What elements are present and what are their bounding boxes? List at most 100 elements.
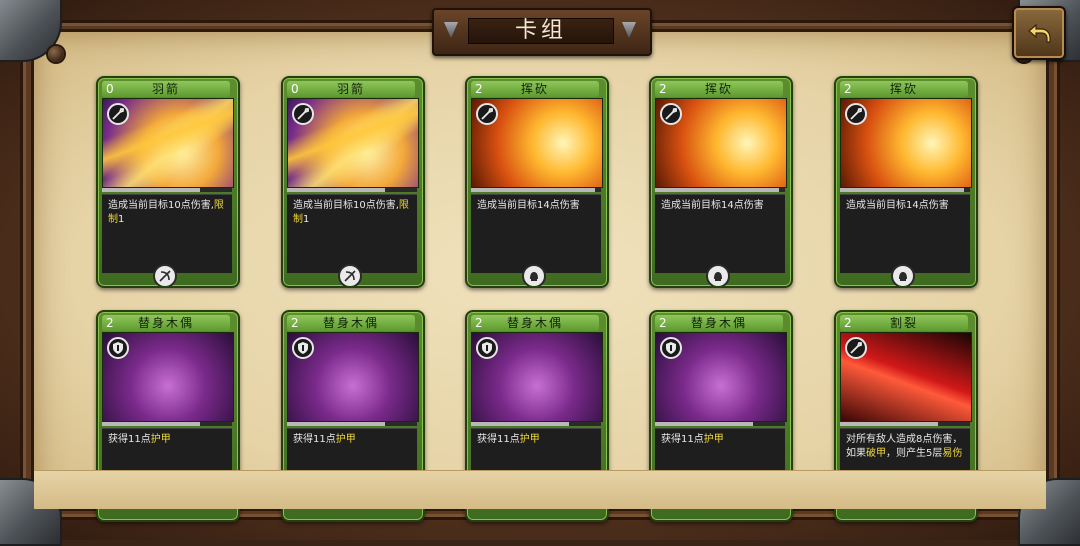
card-4[interactable]: 2 挥砍 造成当前目标14点伤害 [649,76,793,288]
card-art [287,98,419,188]
card-art [471,332,603,422]
card-upgrade-fill [471,188,595,192]
card-art [102,98,234,188]
card-header: 2 替身木偶 [655,315,783,331]
card-desc-keyword: 护甲 [150,434,171,445]
card-description: 获得11点护甲 [477,433,597,447]
card-upgrade-bar [655,188,785,192]
card-desc-box: 造成当前目标14点伤害 [655,194,785,273]
sword-icon [107,103,129,125]
title-plate: 卡组 [432,8,652,56]
back-button[interactable] [1012,6,1066,60]
card-desc-text: 造成当前目标14点伤害 [477,200,580,211]
card-name: 替身木偶 [137,316,194,330]
card-3[interactable]: 2 挥砍 造成当前目标14点伤害 [465,76,609,288]
card-description: 造成当前目标14点伤害 [846,199,966,213]
card-art [102,332,234,422]
card-desc-text: 造成当前目标10点伤害, [293,200,399,211]
shield-icon [660,337,682,359]
card-description: 获得11点护甲 [293,433,413,447]
shield-icon [107,337,129,359]
card-header: 2 替身木偶 [287,315,415,331]
card-upgrade-bar [840,422,970,426]
card-name: 挥砍 [520,82,549,96]
card-description: 获得11点护甲 [108,433,228,447]
card-upgrade-fill [102,422,200,426]
card-desc-keyword: 护甲 [335,434,356,445]
card-desc-keyword: 破甲 [866,448,886,459]
card-upgrade-bar [655,422,785,426]
card-art [655,332,787,422]
card-desc-text: 造成当前目标14点伤害 [661,200,764,211]
card-header: 0 羽箭 [287,81,415,97]
card-name: 替身木偶 [690,316,747,330]
card-desc-tail: ，则产生5层 [886,448,943,459]
card-desc-keyword: 护甲 [703,434,724,445]
card-art [655,98,787,188]
rivet [48,46,64,62]
card-description: 造成当前目标10点伤害,限制1 [293,199,413,227]
card-upgrade-bar [287,188,417,192]
sword-icon [660,103,682,125]
card-header: 2 替身木偶 [471,315,599,331]
helmet-icon [706,264,730,286]
shield-icon [292,337,314,359]
card-upgrade-bar [471,188,601,192]
stud-icon [444,22,458,38]
card-desc-text: 造成当前目标14点伤害 [846,200,949,211]
card-description: 造成当前目标10点伤害,限制1 [108,199,228,227]
card-upgrade-bar [287,422,417,426]
card-name: 挥砍 [704,82,733,96]
card-description: 造成当前目标14点伤害 [477,199,597,213]
wooden-frame: 0 羽箭 造成当前目标10点伤害,限制1 0 羽箭 造成当前目标10点伤害,限制… [0,0,1080,546]
card-desc-tail: 1 [303,214,310,225]
card-art [840,332,972,422]
card-name: 羽箭 [151,82,180,96]
card-upgrade-fill [102,188,200,192]
card-desc-text: 获得11点 [108,434,151,445]
card-art [840,98,972,188]
card-description: 造成当前目标14点伤害 [661,199,781,213]
shield-icon [476,337,498,359]
card-header: 2 替身木偶 [102,315,230,331]
card-header: 2 割裂 [840,315,968,331]
card-header: 2 挥砍 [840,81,968,97]
card-1[interactable]: 0 羽箭 造成当前目标10点伤害,限制1 [96,76,240,288]
card-header: 0 羽箭 [102,81,230,97]
sword-icon [845,337,867,359]
bow-icon [338,264,362,286]
card-description: 获得11点护甲 [661,433,781,447]
page-title: 卡组 [468,18,614,44]
card-name: 羽箭 [336,82,365,96]
card-upgrade-fill [840,188,964,192]
sword-icon [845,103,867,125]
card-header: 2 挥砍 [655,81,783,97]
sword-icon [292,103,314,125]
card-desc-tail: 1 [118,214,125,225]
card-2[interactable]: 0 羽箭 造成当前目标10点伤害,限制1 [281,76,425,288]
back-arrow-icon [1028,23,1051,43]
helmet-icon [891,264,915,286]
card-art [471,98,603,188]
card-name: 挥砍 [889,82,918,96]
card-desc-text: 获得11点 [477,434,520,445]
card-upgrade-fill [471,422,569,426]
card-name: 替身木偶 [506,316,563,330]
card-upgrade-bar [840,188,970,192]
card-desc-box: 造成当前目标10点伤害,限制1 [287,194,417,273]
card-5[interactable]: 2 挥砍 造成当前目标14点伤害 [834,76,978,288]
stud-icon [622,22,636,38]
card-art [287,332,419,422]
card-desc-text: 获得11点 [293,434,336,445]
sword-icon [476,103,498,125]
card-desc-box: 造成当前目标14点伤害 [471,194,601,273]
card-upgrade-bar [102,188,232,192]
card-desc-text: 获得11点 [661,434,704,445]
card-upgrade-fill [655,188,779,192]
card-upgrade-fill [287,422,385,426]
card-desc-box: 造成当前目标10点伤害,限制1 [102,194,232,273]
card-upgrade-bar [471,422,601,426]
bow-icon [153,264,177,286]
card-name: 割裂 [889,316,918,330]
card-upgrade-fill [287,188,385,192]
